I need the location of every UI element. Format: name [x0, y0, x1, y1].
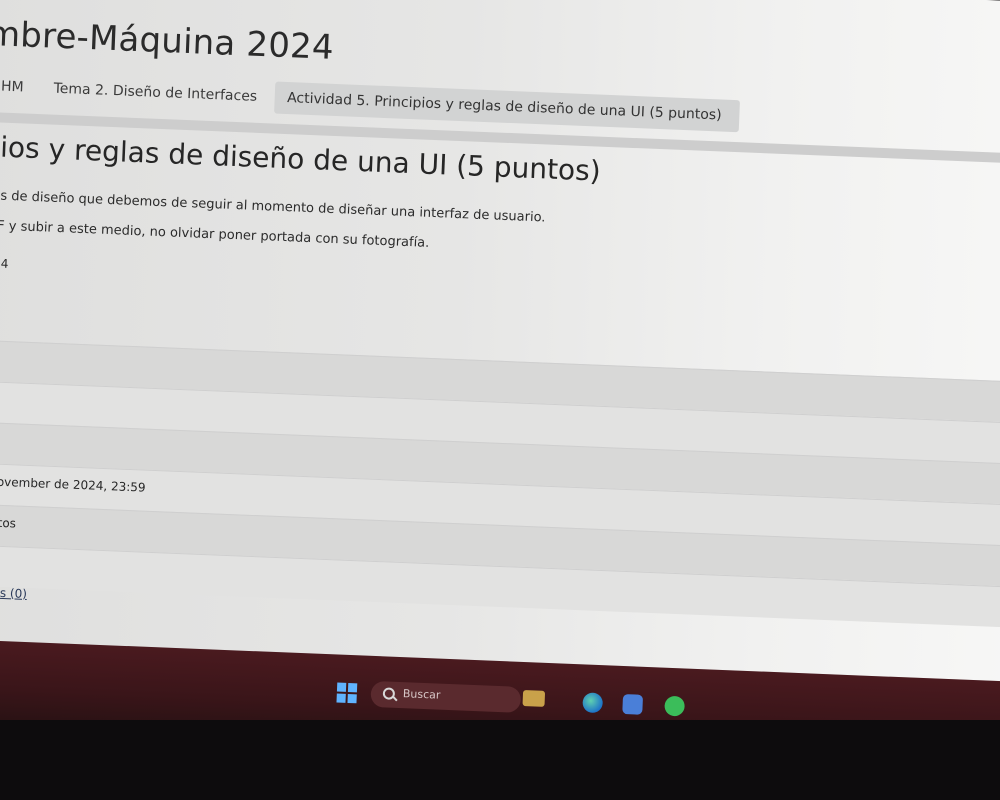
search-icon: [382, 687, 396, 700]
comments-link[interactable]: ntarios (0): [0, 584, 27, 600]
whatsapp-icon[interactable]: [664, 695, 686, 717]
file-explorer-icon[interactable]: [522, 689, 546, 707]
activity-description-line-1: glas de diseño que debemos de seguir al …: [0, 187, 546, 226]
monitor-bezel: [0, 720, 1000, 800]
store-icon[interactable]: [622, 693, 644, 715]
table-cell-due-date: de November de 2024, 23:59: [0, 474, 146, 495]
course-title: mbre-Máquina 2024: [0, 13, 335, 68]
taskbar-search[interactable]: Buscar: [370, 680, 522, 713]
breadcrumb-item-ihm[interactable]: IHM: [0, 70, 42, 104]
windows-start-icon[interactable]: [336, 682, 358, 704]
monitor-screen: mbre-Máquina 2024 IHM Tema 2. Diseño de …: [0, 0, 1000, 762]
submission-status-table: o de November de 2024, 23:59 minutos: [0, 339, 1000, 629]
activity-description-line-2: PDF y subir a este medio, no olvidar pon…: [0, 217, 430, 251]
moodle-page: mbre-Máquina 2024 IHM Tema 2. Diseño de …: [0, 0, 1000, 682]
taskbar-search-label: Buscar: [402, 687, 441, 702]
breadcrumb-item-tema-2[interactable]: Tema 2. Diseño de Interfaces: [41, 72, 276, 113]
table-cell-time-remaining: minutos: [0, 514, 17, 531]
activity-date: 2024: [0, 255, 9, 271]
breadcrumb-item-actividad-5[interactable]: Actividad 5. Principios y reglas de dise…: [274, 81, 741, 133]
edge-browser-icon[interactable]: [582, 692, 604, 714]
